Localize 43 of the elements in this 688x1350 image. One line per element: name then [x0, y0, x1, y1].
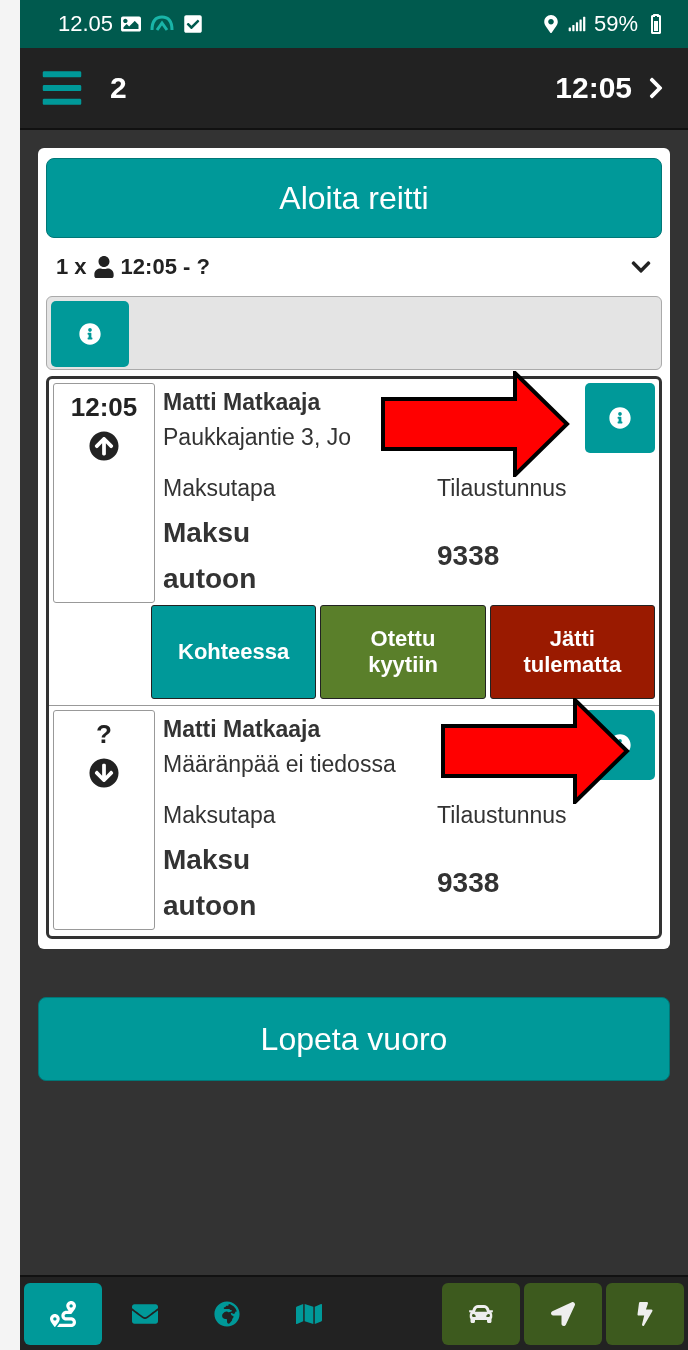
payment-method: Maksu autoon	[163, 843, 258, 923]
passenger-name: Matti Matkaaja	[163, 716, 322, 743]
status-time: 12.05	[58, 11, 114, 37]
end-shift-button[interactable]: Lopeta vuoro	[38, 997, 670, 1081]
action-button[interactable]: Kohteessa	[151, 605, 317, 699]
start-route-button[interactable]: Aloita reitti	[46, 158, 662, 238]
up-arrow-icon	[89, 431, 119, 461]
quick-action-button[interactable]	[442, 1282, 520, 1345]
payment-label: Maksutapa	[163, 475, 277, 502]
address: Paukkajantie 3, Jo	[163, 424, 352, 451]
quick-action-button[interactable]	[524, 1282, 602, 1345]
down-arrow-icon	[89, 758, 119, 788]
order-number: 9338	[437, 866, 501, 900]
globe-icon	[214, 1300, 240, 1327]
order-label: Tilaustunnus	[437, 802, 568, 829]
checkbox-icon	[183, 14, 204, 34]
info-button[interactable]	[51, 301, 129, 367]
action-button[interactable]: Jätti tulematta	[489, 605, 655, 699]
stop-time: ?	[96, 719, 112, 750]
order-number: 9338	[437, 539, 501, 573]
route-icon	[50, 1300, 76, 1327]
passenger-name: Matti Matkaaja	[163, 389, 322, 416]
passenger-count: 1 x	[56, 254, 87, 280]
header-count: 2	[110, 71, 127, 105]
payment-method: Maksu autoon	[163, 516, 258, 596]
nav-tab[interactable]	[24, 1282, 102, 1345]
navigation-arrow-icon	[551, 1301, 575, 1326]
stop-time: 12:05	[70, 392, 138, 423]
time-range: 12:05 - ?	[120, 254, 210, 280]
action-button[interactable]: Otettu kyytiin	[320, 605, 486, 699]
info-button[interactable]	[585, 383, 655, 453]
payment-label: Maksutapa	[163, 802, 277, 829]
info-icon	[609, 407, 631, 429]
person-icon	[92, 256, 115, 278]
quick-action-button[interactable]	[606, 1282, 684, 1345]
location-icon	[541, 15, 560, 33]
image-icon	[121, 14, 142, 34]
battery-percent: 59%	[593, 11, 638, 37]
signal-icon	[567, 15, 586, 33]
header-time: 12:05	[555, 71, 632, 105]
order-label: Tilaustunnus	[437, 475, 568, 502]
info-icon	[79, 323, 101, 345]
address: Määränpää ei tiedossa	[163, 751, 397, 778]
